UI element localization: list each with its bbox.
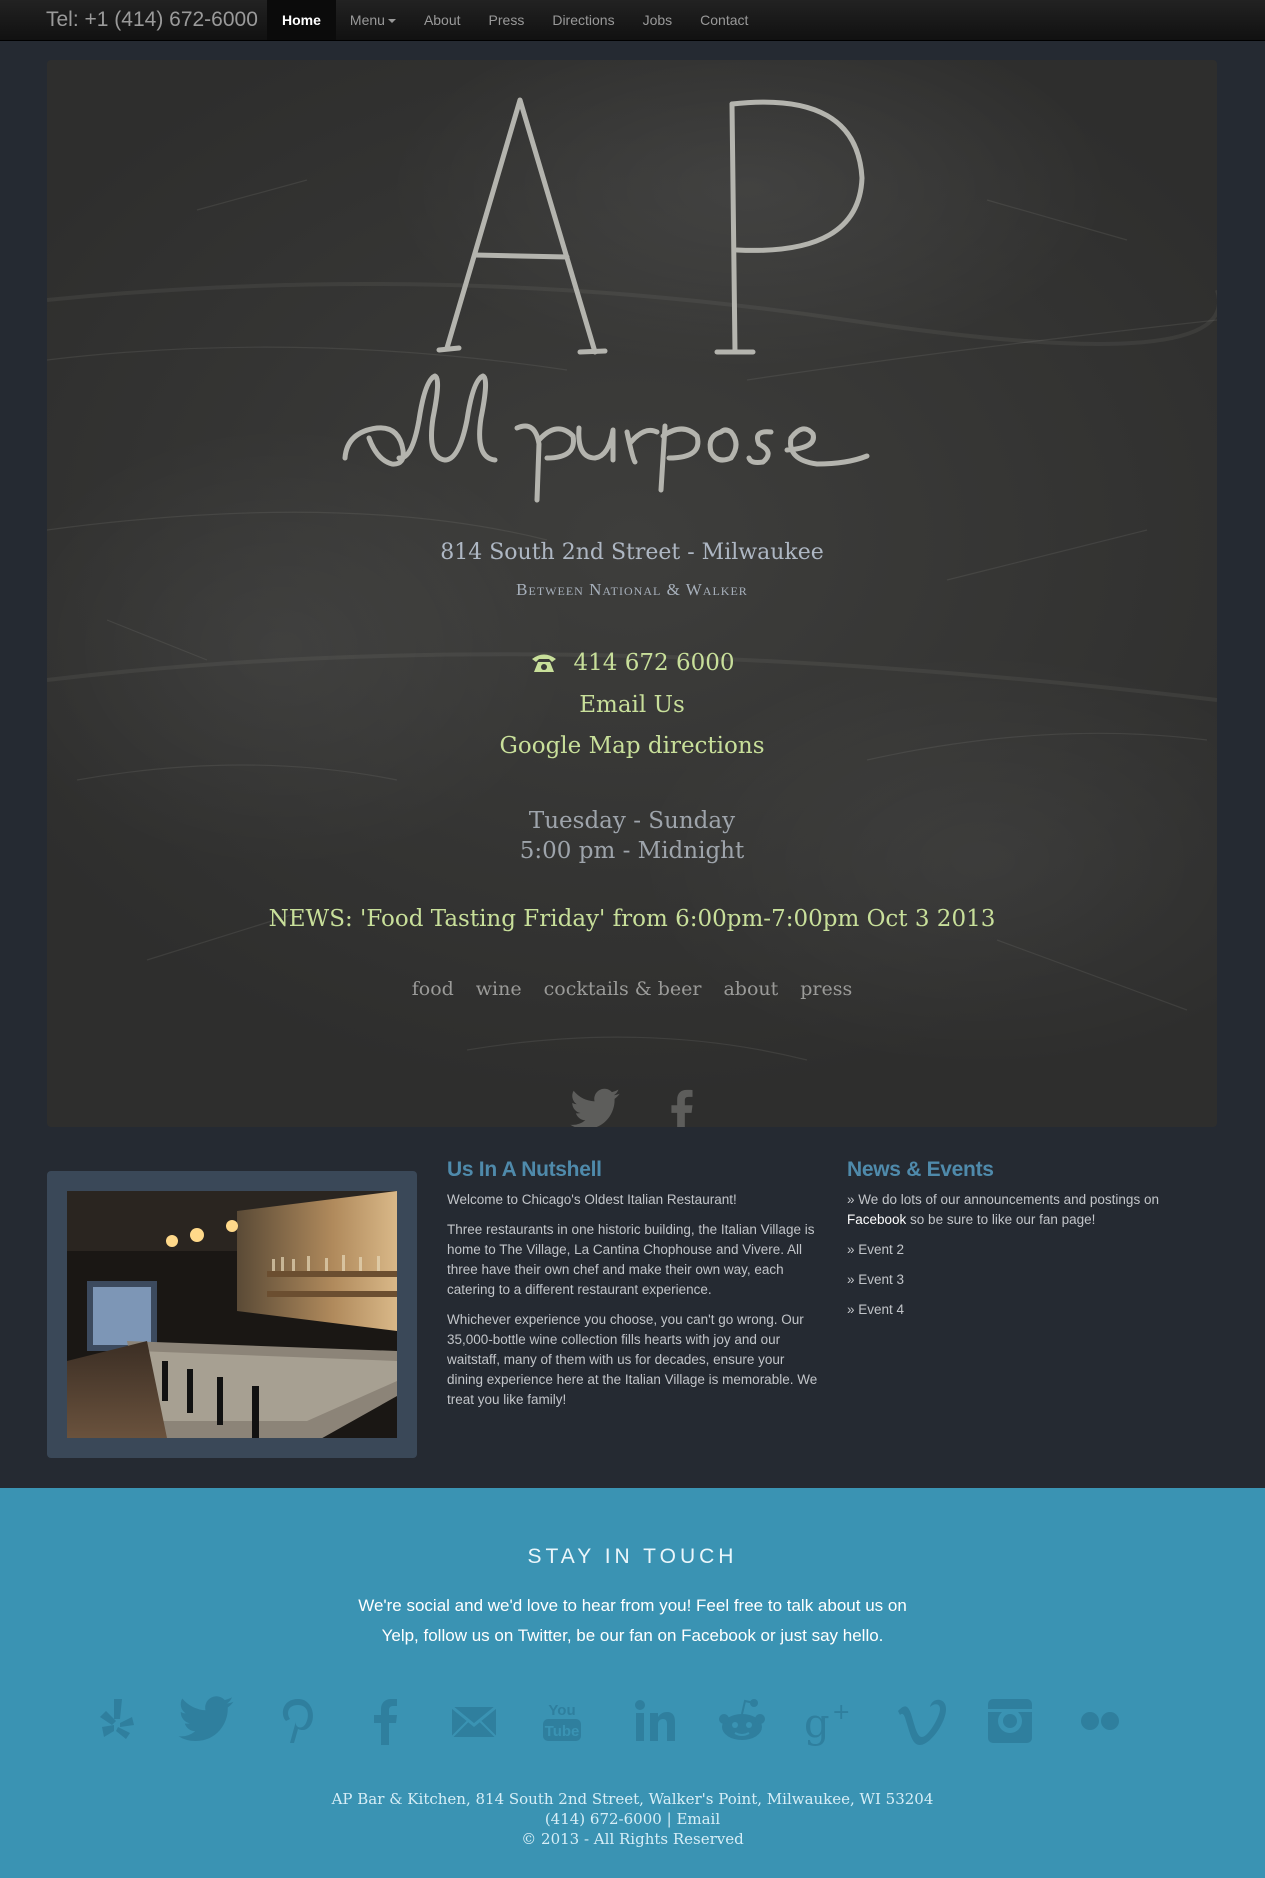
yelp-icon[interactable] bbox=[86, 1693, 146, 1749]
footer-email-link[interactable]: Email bbox=[676, 1810, 720, 1828]
footer-address: AP Bar & Kitchen, 814 South 2nd Street, … bbox=[331, 1790, 934, 1808]
hero-hours: Tuesday - Sunday 5:00 pm - Midnight bbox=[47, 806, 1217, 866]
top-navbar: Tel: +1 (414) 672-6000 Home Menu About P… bbox=[0, 0, 1265, 41]
hero-news: NEWS: 'Food Tasting Friday' from 6:00pm-… bbox=[268, 906, 996, 932]
nav-home[interactable]: Home bbox=[267, 0, 336, 40]
stay-text-line: Yelp, follow us on Twitter, be our fan o… bbox=[381, 1626, 884, 1645]
nutshell-welcome: Welcome to Chicago's Oldest Italian Rest… bbox=[447, 1192, 737, 1207]
hero-phone-link[interactable]: 414 672 6000 bbox=[47, 650, 1217, 680]
bar-photo-frame bbox=[47, 1171, 417, 1458]
footer-phone[interactable]: (414) 672-6000 bbox=[545, 1810, 662, 1828]
hero-email-link[interactable]: Email Us bbox=[47, 692, 1217, 718]
caret-down-icon bbox=[387, 19, 396, 24]
stay-in-touch-footer: STAY IN TOUCH We're social and we'd love… bbox=[0, 1488, 1265, 1878]
flickr-icon[interactable] bbox=[1070, 1693, 1130, 1749]
hero-section-links: food wine cocktails & beer about press bbox=[47, 978, 1217, 1000]
stay-in-touch-heading: STAY IN TOUCH bbox=[527, 1545, 738, 1568]
news-events-section: News & Events » We do lots of our announ… bbox=[847, 1158, 1187, 1330]
hero-link-food[interactable]: food bbox=[412, 978, 454, 1000]
event-item[interactable]: » Event 3 bbox=[847, 1270, 1187, 1290]
telephone-icon bbox=[530, 652, 558, 680]
nutshell-paragraph: Three restaurants in one historic buildi… bbox=[447, 1222, 815, 1297]
footer-phone-email: (414) 672-6000 | Email bbox=[0, 1809, 1265, 1829]
stay-in-touch-text: We're social and we'd love to hear from … bbox=[0, 1591, 1265, 1651]
svg-text:You: You bbox=[548, 1702, 575, 1719]
instagram-icon[interactable] bbox=[980, 1693, 1040, 1749]
stay-text-line: We're social and we'd love to hear from … bbox=[358, 1596, 907, 1615]
hero-link-about[interactable]: about bbox=[723, 978, 778, 1000]
footer-contact: AP Bar & Kitchen, 814 South 2nd Street, … bbox=[0, 1789, 1265, 1849]
vimeo-icon[interactable] bbox=[892, 1693, 952, 1749]
svg-text:+: + bbox=[832, 1700, 850, 1725]
news-events-title: News & Events bbox=[847, 1158, 994, 1181]
facebook-link[interactable]: Facebook bbox=[847, 1212, 906, 1227]
bar-interior-photo bbox=[67, 1191, 397, 1438]
facebook-icon[interactable] bbox=[356, 1693, 416, 1749]
facebook-icon[interactable] bbox=[666, 1088, 696, 1127]
nav-contact[interactable]: Contact bbox=[686, 0, 762, 40]
nutshell-title: Us In A Nutshell bbox=[447, 1158, 602, 1181]
nav-directions[interactable]: Directions bbox=[538, 0, 628, 40]
event-item[interactable]: » Event 4 bbox=[847, 1300, 1187, 1320]
hero-chalkboard: 814 South 2nd Street - Milwaukee Between… bbox=[47, 60, 1217, 1127]
twitter-icon[interactable] bbox=[176, 1693, 236, 1749]
youtube-icon[interactable]: You Tube bbox=[532, 1693, 592, 1749]
pinterest-icon[interactable] bbox=[268, 1693, 328, 1749]
news-intro-text: » We do lots of our announcements and po… bbox=[847, 1192, 1159, 1207]
linkedin-icon[interactable] bbox=[624, 1693, 684, 1749]
hero-social-links bbox=[47, 1088, 1217, 1127]
svg-text:Tube: Tube bbox=[545, 1723, 580, 1740]
nav-menu-dropdown[interactable]: Menu bbox=[336, 0, 410, 40]
nav-jobs[interactable]: Jobs bbox=[629, 0, 687, 40]
hero-address: 814 South 2nd Street - Milwaukee bbox=[440, 540, 824, 565]
news-intro: » We do lots of our announcements and po… bbox=[847, 1190, 1187, 1230]
email-icon[interactable] bbox=[444, 1693, 504, 1749]
footer-copyright: © 2013 - All Rights Reserved bbox=[521, 1830, 744, 1848]
google-plus-icon[interactable]: g + bbox=[802, 1693, 862, 1749]
hero-phone-number: 414 672 6000 bbox=[573, 650, 735, 676]
brand-phone[interactable]: Tel: +1 (414) 672-6000 bbox=[46, 8, 258, 32]
hero-link-cocktails[interactable]: cocktails & beer bbox=[544, 978, 702, 1000]
main-nav: Home Menu About Press Directions Jobs Co… bbox=[267, 0, 762, 40]
reddit-icon[interactable] bbox=[712, 1693, 772, 1749]
ap-all-purpose-logo bbox=[342, 97, 870, 503]
hero-map-link[interactable]: Google Map directions bbox=[47, 733, 1217, 759]
event-item[interactable]: » Event 2 bbox=[847, 1240, 1187, 1260]
hours-time: 5:00 pm - Midnight bbox=[519, 838, 745, 864]
nutshell-paragraph: Whichever experience you choose, you can… bbox=[447, 1312, 818, 1407]
nav-press[interactable]: Press bbox=[475, 0, 539, 40]
hero-link-press[interactable]: press bbox=[800, 978, 852, 1000]
hours-days: Tuesday - Sunday bbox=[528, 808, 736, 834]
twitter-icon[interactable] bbox=[568, 1088, 622, 1127]
nutshell-section: Us In A Nutshell Welcome to Chicago's Ol… bbox=[447, 1158, 819, 1420]
news-intro-text: so be sure to like our fan page! bbox=[906, 1212, 1096, 1227]
social-icons-row: You Tube g + bbox=[86, 1693, 1179, 1749]
nav-menu-label: Menu bbox=[349, 12, 385, 28]
hero-cross-streets: Between National & Walker bbox=[516, 580, 748, 599]
nav-about[interactable]: About bbox=[410, 0, 475, 40]
hero-link-wine[interactable]: wine bbox=[476, 978, 522, 1000]
svg-text:g: g bbox=[804, 1701, 830, 1747]
footer-separator: | bbox=[666, 1810, 672, 1828]
